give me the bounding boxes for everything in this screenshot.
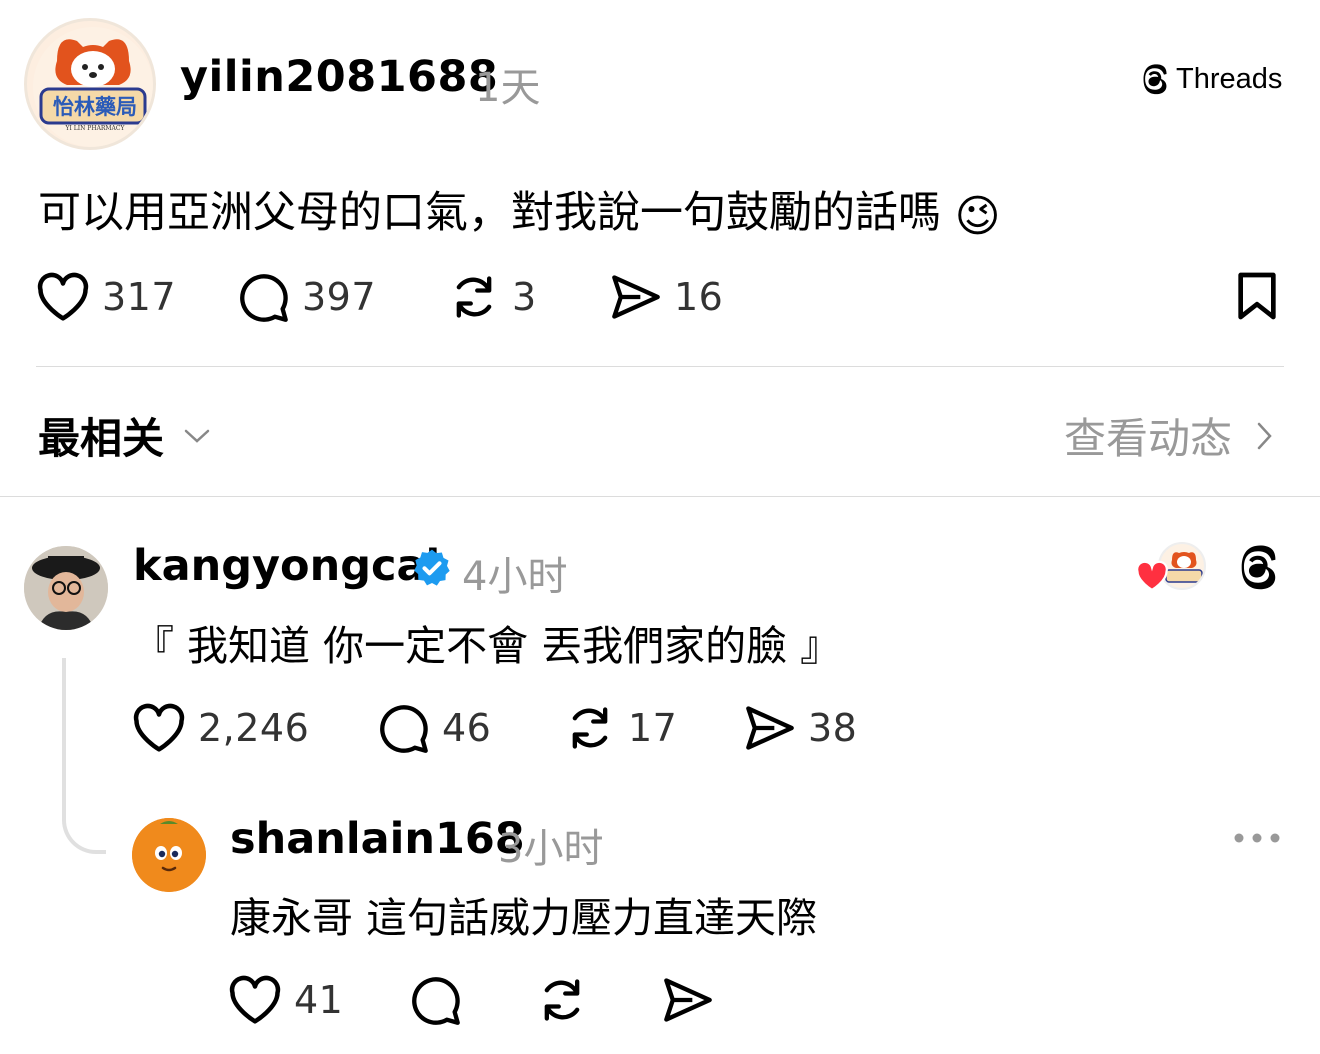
more-icon[interactable] [1232,830,1282,846]
reply-username[interactable]: shanlain168 [230,814,525,864]
sort-label: 最相关 [38,414,165,463]
winking-emoji: 😉 [954,191,1001,242]
post-body: 可以用亞洲父母的口氣，對我說一句鼓勵的話嗎 😉 [38,178,1001,242]
reply-like-button[interactable]: 41 [228,975,343,1025]
reply-reply-button[interactable] [410,975,462,1025]
comment-reply-count: 46 [442,706,492,750]
repost-icon [564,703,616,753]
repost-icon [448,272,500,322]
comment-like-count: 2,246 [198,706,310,750]
share-icon [610,272,662,322]
post-reply-button[interactable]: 397 [238,272,376,322]
orange-face [132,818,206,892]
post-reply-count: 397 [302,275,377,319]
comment-timestamp: 4小时 [462,554,568,600]
heart-icon [1134,560,1170,592]
avatar-brand-text: 怡林藥局 [53,94,137,119]
post-timestamp: 1天 [475,65,541,111]
share-icon [662,975,714,1025]
verified-icon [412,548,452,588]
heart-icon [228,975,282,1025]
post-username[interactable]: yilin2081688 [180,52,498,102]
thread-connector-line [62,658,106,854]
comment-author-avatar[interactable] [24,546,108,630]
view-activity-label: 查看动态 [1064,414,1233,463]
post-divider [36,366,1284,367]
post-repost-count: 3 [512,275,537,319]
sort-dropdown[interactable]: 最相关 [38,405,212,466]
post-like-button[interactable]: 317 [36,272,176,322]
heart-icon [132,703,186,753]
comment-share-button[interactable]: 38 [744,703,857,753]
view-activity-link[interactable]: 查看动态 [1064,405,1274,466]
reply-author-avatar[interactable] [132,818,206,892]
comment-icon [378,703,430,753]
post-text: 可以用亞洲父母的口氣，對我說一句鼓勵的話嗎 [38,188,941,238]
comment-share-count: 38 [808,706,858,750]
comment-username[interactable]: kangyongcai [133,541,440,591]
comment-body: 『 我知道 你一定不會 丟我們家的臉 』 [133,622,842,670]
reply-repost-button[interactable] [536,975,588,1025]
comment-like-button[interactable]: 2,246 [132,703,309,753]
reply-like-count: 41 [294,978,344,1022]
threads-icon [1138,62,1170,96]
bookmark-icon[interactable] [1236,270,1278,322]
chevron-down-icon [182,426,212,446]
post-repost-button[interactable]: 3 [448,272,537,322]
comment-icon [410,975,462,1025]
section-divider [0,496,1320,497]
comment-repost-button[interactable]: 17 [564,703,677,753]
threads-brand[interactable]: Threads [1138,62,1282,96]
comment-repost-count: 17 [628,706,678,750]
comment-reply-button[interactable]: 46 [378,703,491,753]
threads-label: Threads [1176,62,1283,95]
threads-icon[interactable] [1234,542,1280,592]
reply-share-button[interactable] [662,975,714,1025]
avatar-brand-subtext: YI LIN PHARMACY [65,125,125,132]
reply-timestamp: 3小时 [498,826,604,872]
comment-icon [238,272,290,322]
repost-icon [536,975,588,1025]
post-share-count: 16 [674,275,724,319]
heart-icon [36,272,90,322]
share-icon [744,703,796,753]
post-share-button[interactable]: 16 [610,272,723,322]
post-author-avatar[interactable]: 怡林藥局 YI LIN PHARMACY [24,18,156,150]
reply-body: 康永哥 這句話威力壓力直達天際 [230,894,818,942]
chevron-right-icon [1254,419,1274,453]
post-like-count: 317 [102,275,177,319]
person-photo [24,546,108,630]
